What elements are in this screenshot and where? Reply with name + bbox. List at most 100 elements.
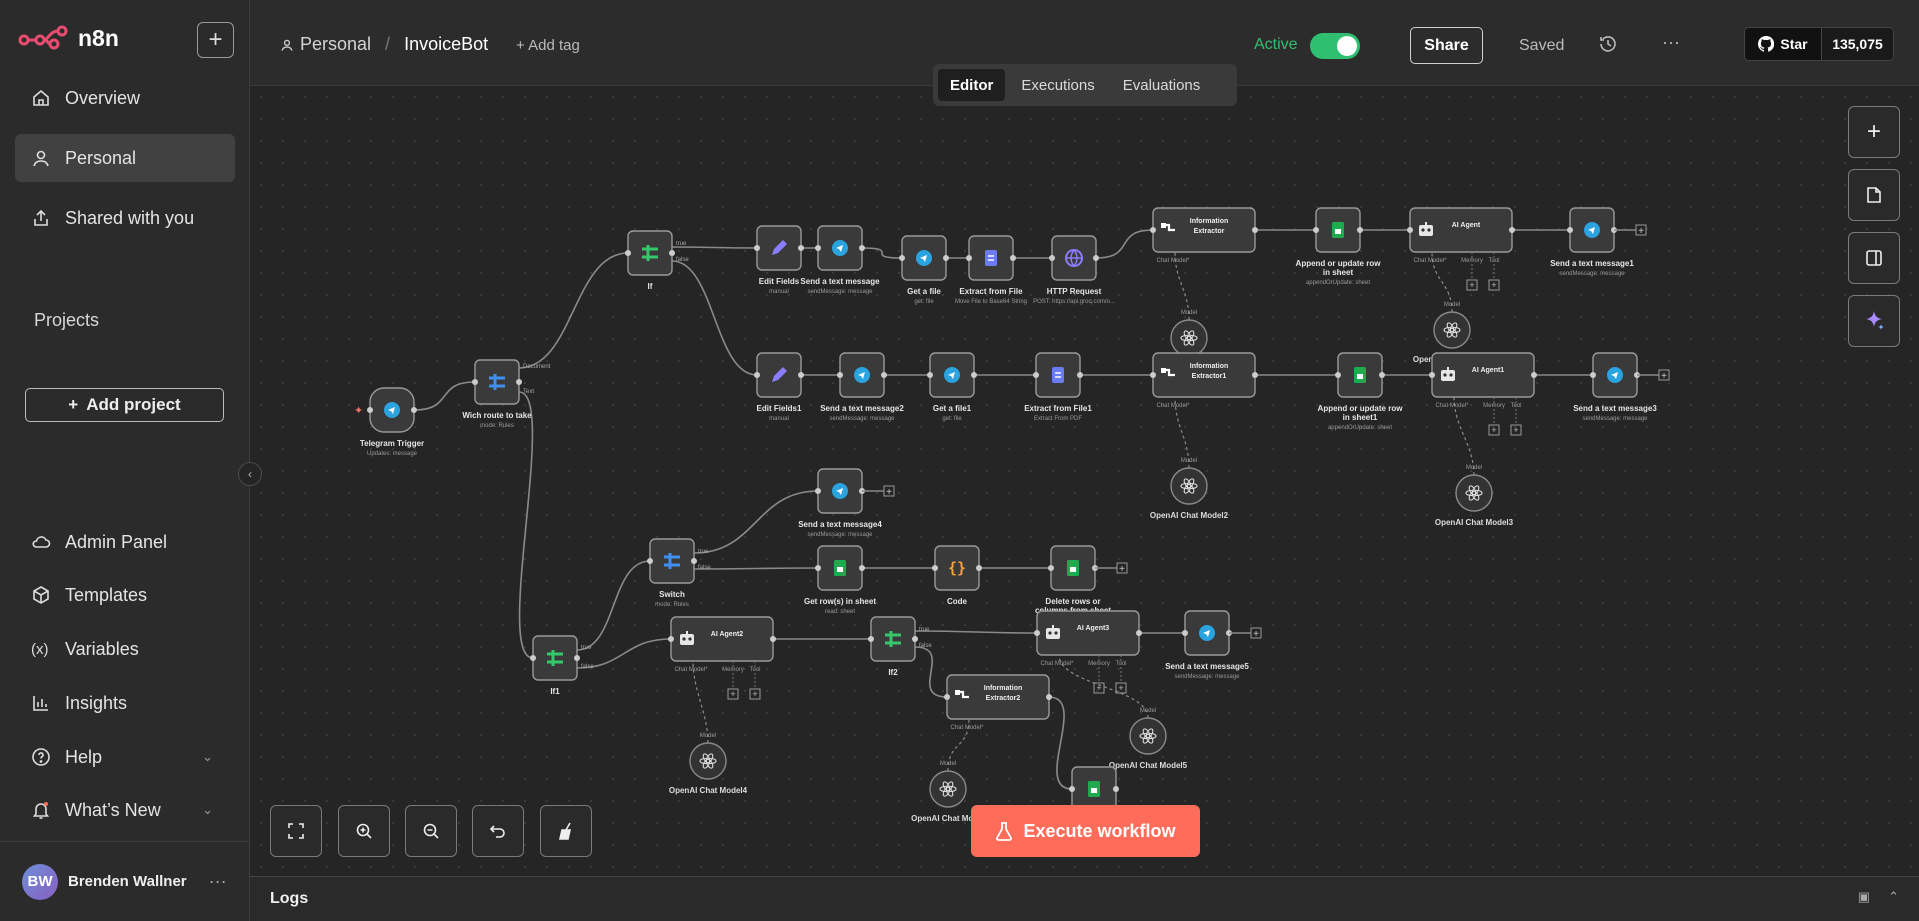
sidebar-item-personal[interactable]: Personal: [15, 134, 235, 182]
workflow-name[interactable]: InvoiceBot: [404, 34, 488, 55]
node-subtitle: sendMessage: message: [807, 289, 873, 295]
connection[interactable]: [671, 260, 758, 376]
sidebar-item-variables[interactable]: (x) Variables: [15, 625, 235, 673]
more-options-icon[interactable]: ···: [1662, 32, 1680, 53]
chevron-up-icon[interactable]: ⌃: [1888, 889, 1899, 905]
sidebar-item-help[interactable]: Help ⌄: [15, 733, 235, 781]
workflow-node[interactable]: Send a text message2 sendMessage: message: [820, 352, 904, 422]
connection[interactable]: [861, 247, 903, 259]
connection[interactable]: [576, 560, 651, 651]
workflow-node[interactable]: If2: [868, 616, 918, 677]
fit-view-button[interactable]: [270, 805, 322, 857]
sidebar-item-templates[interactable]: Templates: [15, 571, 235, 619]
user-name: Brenden Wallner: [68, 873, 187, 890]
workflow-graph[interactable]: Telegram Trigger Updates: message Wich rou…: [250, 86, 1919, 876]
toggle-panel-button[interactable]: [1848, 232, 1900, 284]
port-label: Model: [1181, 310, 1197, 316]
connection[interactable]: [671, 246, 758, 249]
tab-evaluations[interactable]: Evaluations: [1111, 69, 1213, 101]
workflow-node[interactable]: Append or update rowin sheet appendOrUpda…: [1296, 207, 1382, 286]
sticky-note-button[interactable]: [1848, 169, 1900, 221]
sidebar-item-whats-new[interactable]: What’s New ⌄: [15, 786, 235, 834]
workflow-node[interactable]: Wich route to take mode: Rules: [462, 359, 532, 429]
node-title: Telegram Trigger: [360, 439, 424, 448]
add-subnode-icon: +: [1096, 683, 1101, 693]
workflow-node[interactable]: {} Code: [932, 545, 982, 606]
workflow-node[interactable]: Send a text message4 sendMessage: message: [798, 468, 882, 538]
workflow-node[interactable]: Send a text message sendMessage: message: [800, 225, 880, 295]
ai-assistant-button[interactable]: [1848, 295, 1900, 347]
logo[interactable]: n8n: [18, 24, 119, 52]
user-menu[interactable]: BW Brenden Wallner ···: [0, 841, 250, 921]
workflow-node[interactable]: If1: [530, 635, 580, 696]
node-title: Extract from File1: [1024, 404, 1092, 413]
workflow-node[interactable]: AI AgentChat Model*MemoryTool++: [1407, 207, 1515, 291]
execute-workflow-button[interactable]: Execute workflow: [971, 805, 1200, 857]
workflow-node[interactable]: Get row(s) in sheet read: sheet: [804, 545, 876, 615]
tidy-up-button[interactable]: [540, 805, 592, 857]
workflow-node[interactable]: Edit Fields1 manual: [754, 352, 804, 422]
sidebar-item-shared[interactable]: Shared with you: [15, 194, 235, 242]
workflow-node[interactable]: Information Extractor1 Chat Model*: [1150, 352, 1258, 409]
workflow-node[interactable]: Send a text message3 sendMessage: message: [1573, 352, 1657, 422]
node-subtitle: get: file: [942, 416, 962, 422]
add-project-button[interactable]: + Add project: [25, 388, 224, 422]
workflow-node[interactable]: Append or update rowin sheet1 appendOrUpd…: [1318, 352, 1404, 431]
node-title: Edit Fields: [759, 277, 800, 286]
connection[interactable]: [914, 646, 948, 698]
workflow-node[interactable]: AI Agent2Chat Model*MemoryTool++: [668, 616, 776, 700]
connection[interactable]: [914, 630, 1038, 634]
workflow-node[interactable]: Switch mode: Rules: [647, 538, 697, 608]
workflow-node[interactable]: AI Agent1Chat Model*MemoryTool++: [1429, 352, 1537, 436]
breadcrumb-project[interactable]: Personal: [300, 34, 371, 55]
plus-icon: +: [1119, 564, 1125, 575]
add-tag-button[interactable]: + Add tag: [516, 37, 580, 54]
node-subtitle: manual: [769, 416, 789, 422]
create-new-button[interactable]: +: [197, 22, 234, 58]
workflow-node[interactable]: Telegram Trigger Updates: message: [360, 387, 424, 457]
sidebar-item-admin-panel[interactable]: Admin Panel: [15, 518, 235, 566]
workflow-node[interactable]: Extract from File1 Extract From PDF: [1024, 352, 1092, 422]
connection[interactable]: [693, 567, 819, 570]
undo-button[interactable]: [472, 805, 524, 857]
history-icon[interactable]: [1598, 34, 1618, 54]
share-button[interactable]: Share: [1410, 27, 1483, 64]
connection[interactable]: [1048, 696, 1073, 790]
sidebar-item-insights[interactable]: Insights: [15, 679, 235, 727]
node-subtitle: sendMessage: message: [807, 532, 873, 538]
tab-executions[interactable]: Executions: [1009, 69, 1106, 101]
node-title: Send a text message4: [798, 520, 882, 529]
node-title: Edit Fields1: [757, 404, 802, 413]
zoom-in-button[interactable]: [338, 805, 390, 857]
node-title: OpenAI Chat Model2: [1150, 511, 1229, 520]
node-title: If1: [550, 687, 560, 696]
workflow-node[interactable]: Send a text message5 sendMessage: message: [1165, 610, 1249, 680]
workflow-node[interactable]: HTTP Request POST: https://api.groq.com/o…: [1033, 235, 1115, 305]
zoom-out-button[interactable]: [405, 805, 457, 857]
active-toggle[interactable]: [1310, 33, 1360, 59]
logs-panel[interactable]: Logs ▣ ⌃: [250, 876, 1919, 921]
plus-icon: +: [1638, 226, 1644, 237]
connection[interactable]: [413, 381, 476, 411]
connection[interactable]: [518, 391, 534, 659]
workflow-node[interactable]: Extract from File Move File to Base64 Str…: [955, 235, 1027, 305]
popout-icon[interactable]: ▣: [1858, 889, 1870, 905]
collapse-sidebar-button[interactable]: ‹: [238, 462, 262, 486]
more-icon[interactable]: ···: [209, 871, 227, 892]
workflow-node[interactable]: Edit Fields manual: [754, 225, 804, 295]
workflow-node[interactable]: Get a file get: file: [899, 235, 949, 305]
github-star-button[interactable]: Star 135,075: [1744, 27, 1894, 61]
add-node-button[interactable]: +: [1848, 106, 1900, 158]
tab-editor[interactable]: Editor: [938, 69, 1006, 101]
breadcrumb-separator: /: [385, 34, 391, 54]
sidebar-item-overview[interactable]: Overview: [15, 74, 235, 122]
connection[interactable]: [518, 252, 629, 369]
node-subtitle: get: file: [914, 299, 934, 305]
workflow-node[interactable]: Information Extractor Chat Model*: [1150, 207, 1258, 264]
workflow-node[interactable]: Information Extractor2 Chat Model*: [944, 674, 1052, 731]
workflow-node[interactable]: Get a file1 get: file: [927, 352, 977, 422]
workflow-node[interactable]: If: [625, 230, 675, 291]
workflow-node[interactable]: Send a text message1 sendMessage: message: [1550, 207, 1634, 277]
workflow-canvas[interactable]: Telegram Trigger Updates: message Wich rou…: [250, 86, 1919, 876]
connection[interactable]: [1095, 229, 1154, 259]
